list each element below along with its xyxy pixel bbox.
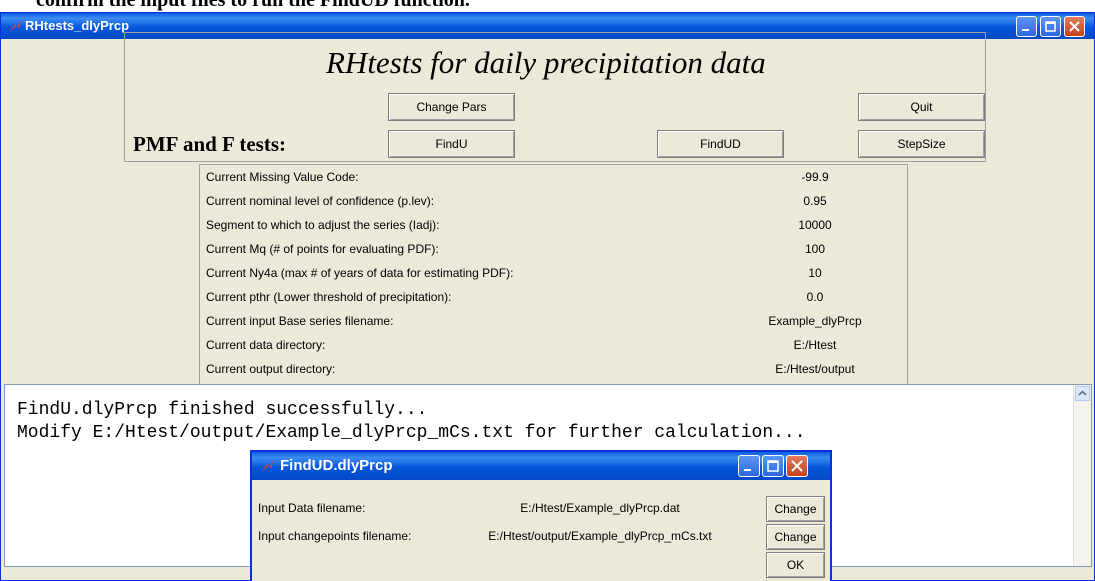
param-label: Current nominal level of confidence (p.l…: [206, 194, 435, 208]
param-label: Current data directory:: [206, 338, 326, 352]
param-label: Current Ny4a (max # of years of data for…: [206, 266, 514, 280]
maximize-button[interactable]: [1040, 16, 1061, 37]
scroll-up-button[interactable]: [1075, 386, 1090, 401]
param-label: Current pthr (Lower threshold of precipi…: [206, 290, 452, 304]
param-value: -99.9: [801, 170, 829, 184]
param-value: 10: [808, 266, 822, 280]
minimize-icon: [744, 469, 751, 471]
change-data-file-button[interactable]: Change: [766, 496, 825, 522]
close-icon: [1069, 21, 1080, 32]
console-line: Modify E:/Htest/output/Example_dlyPrcp_m…: [17, 423, 806, 443]
minimize-button[interactable]: [1016, 16, 1037, 37]
change-changepoints-file-button[interactable]: Change: [766, 524, 825, 550]
tk-feather-icon: [262, 460, 274, 472]
param-label: Current input Base series filename:: [206, 314, 394, 328]
dialog-maximize-button[interactable]: [762, 455, 784, 477]
ok-button[interactable]: OK: [766, 552, 825, 578]
tk-feather-icon: [10, 20, 22, 32]
console-line: FindU.dlyPrcp finished successfully...: [17, 400, 428, 420]
document-text: confirm the input files to run the FindU…: [36, 0, 470, 11]
dialog-minimize-button[interactable]: [738, 455, 760, 477]
data-filename-label: Input Data filename:: [258, 501, 366, 515]
change-pars-button[interactable]: Change Pars: [388, 93, 515, 121]
param-row: Current data directory: E:/Htest: [200, 333, 907, 357]
window-title: RHtests_dlyPrcp: [25, 18, 130, 33]
maximize-icon: [1045, 21, 1056, 32]
param-row: Segment to which to adjust the series (I…: [200, 213, 907, 237]
param-label: Current Mq (# of points for evaluating P…: [206, 242, 439, 256]
close-button[interactable]: [1064, 16, 1085, 37]
dialog-title-bar[interactable]: FindUD.dlyPrcp: [252, 452, 830, 480]
maximize-icon: [767, 460, 779, 472]
param-value: 100: [804, 242, 826, 256]
quit-button[interactable]: Quit: [858, 93, 985, 121]
param-value: 10000: [798, 218, 832, 232]
dialog-close-button[interactable]: [786, 455, 808, 477]
findud-dialog: FindUD.dlyPrcp Input Data filename: E:/H…: [250, 450, 832, 581]
app-heading: RHtests for daily precipitation data: [326, 45, 766, 80]
pmf-section-label: PMF and F tests:: [133, 132, 286, 156]
dialog-title: FindUD.dlyPrcp: [280, 457, 393, 474]
param-value: E:/Htest/output: [775, 362, 855, 376]
scroll-up-arrow-icon: [1078, 390, 1087, 396]
param-row: Current nominal level of confidence (p.l…: [200, 189, 907, 213]
param-value: Example_dlyPrcp: [768, 314, 862, 328]
param-row: Current Ny4a (max # of years of data for…: [200, 261, 907, 285]
changepoints-filename-label: Input changepoints filename:: [258, 529, 412, 543]
param-label: Current output directory:: [206, 362, 336, 376]
param-row: Current Missing Value Code: -99.9: [200, 165, 907, 189]
param-label: Current Missing Value Code:: [206, 170, 359, 184]
param-value: E:/Htest: [793, 338, 837, 352]
param-value: 0.0: [806, 290, 824, 304]
dialog-row-changepoints-file: Input changepoints filename: E:/Htest/ou…: [252, 523, 830, 549]
param-row: Current pthr (Lower threshold of precipi…: [200, 285, 907, 309]
param-row: Current Mq (# of points for evaluating P…: [200, 237, 907, 261]
data-filename-value: E:/Htest/Example_dlyPrcp.dat: [520, 501, 680, 515]
changepoints-filename-value: E:/Htest/output/Example_dlyPrcp_mCs.txt: [488, 529, 712, 543]
close-icon: [791, 460, 803, 472]
param-label: Segment to which to adjust the series (I…: [206, 218, 440, 232]
findu-button[interactable]: FindU: [388, 130, 515, 158]
console-scrollbar[interactable]: [1073, 385, 1091, 566]
stepsize-button[interactable]: StepSize: [858, 130, 985, 158]
findud-button[interactable]: FindUD: [657, 130, 784, 158]
param-row: Current output directory: E:/Htest/output: [200, 357, 907, 381]
param-row: Current input Base series filename: Examp…: [200, 309, 907, 333]
parameters-panel: Current Missing Value Code: -99.9 Current…: [199, 164, 908, 388]
dialog-row-data-file: Input Data filename: E:/Htest/Example_dl…: [252, 495, 830, 521]
param-value: 0.95: [803, 194, 827, 208]
minimize-icon: [1022, 29, 1029, 31]
